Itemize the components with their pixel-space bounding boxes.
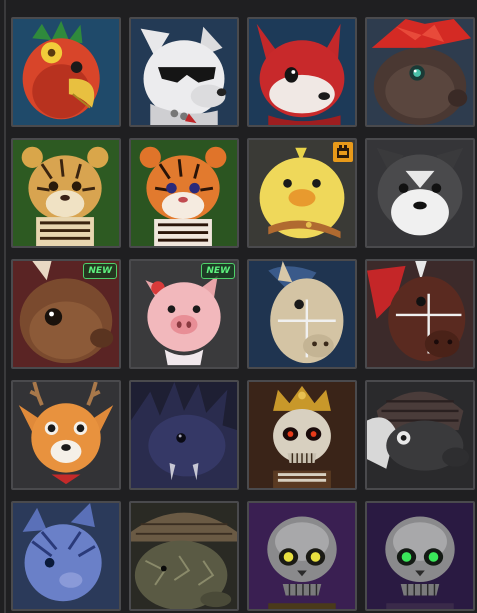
pet-slot-burlap-horse[interactable] bbox=[247, 259, 357, 369]
grey-husky-portrait bbox=[367, 140, 473, 246]
pet-grid: NEW NEW bbox=[11, 17, 475, 611]
pet-slot-brown-squirrel[interactable]: NEW bbox=[11, 259, 121, 369]
pet-slot-dark-spiky-beast[interactable] bbox=[129, 380, 239, 490]
pet-slot-white-wolf-sunglasses[interactable] bbox=[129, 17, 239, 127]
new-badge: NEW bbox=[83, 263, 117, 279]
skeleton-green-eyes-portrait bbox=[367, 503, 473, 609]
red-fox-portrait bbox=[249, 19, 355, 125]
tiger-yellow-portrait bbox=[13, 140, 119, 246]
pet-slot-yellow-chick[interactable] bbox=[247, 138, 357, 248]
event-badge bbox=[333, 142, 353, 162]
phoenix-bird-portrait bbox=[13, 19, 119, 125]
pet-slot-armored-turtle[interactable] bbox=[129, 501, 239, 611]
pet-appearance-panel: NEW NEW bbox=[0, 0, 477, 613]
armored-skull-beast-portrait bbox=[367, 382, 473, 488]
dark-boar-portrait bbox=[367, 19, 473, 125]
pet-slot-skeleton-green-eyes[interactable] bbox=[365, 501, 475, 611]
burlap-horse-portrait bbox=[249, 261, 355, 367]
panel-edge bbox=[4, 0, 6, 613]
pet-slot-pink-pig[interactable]: NEW bbox=[129, 259, 239, 369]
pet-slot-phoenix-bird[interactable] bbox=[11, 17, 121, 127]
pet-slot-grey-husky[interactable] bbox=[365, 138, 475, 248]
new-badge: NEW bbox=[201, 263, 235, 279]
blue-feathered-cat-portrait bbox=[13, 503, 119, 609]
crowned-skeleton-portrait bbox=[249, 382, 355, 488]
orange-deer-portrait bbox=[13, 382, 119, 488]
dark-spiky-beast-portrait bbox=[131, 382, 237, 488]
skeleton-yellow-eyes-portrait bbox=[249, 503, 355, 609]
pet-slot-dark-horse-red-mane[interactable] bbox=[365, 259, 475, 369]
pet-slot-armored-skull-beast[interactable] bbox=[365, 380, 475, 490]
tiger-orange-portrait bbox=[131, 140, 237, 246]
event-badge-icon bbox=[337, 145, 349, 158]
pet-slot-orange-deer[interactable] bbox=[11, 380, 121, 490]
white-wolf-portrait bbox=[131, 19, 237, 125]
pet-slot-skeleton-yellow-eyes[interactable] bbox=[247, 501, 357, 611]
pet-slot-crowned-skeleton[interactable] bbox=[247, 380, 357, 490]
pet-slot-blue-feathered-cat[interactable] bbox=[11, 501, 121, 611]
pet-slot-tiger-orange[interactable] bbox=[129, 138, 239, 248]
pet-slot-tiger-yellow[interactable] bbox=[11, 138, 121, 248]
pet-slot-dark-boar-red-mane[interactable] bbox=[365, 17, 475, 127]
armored-turtle-portrait bbox=[131, 503, 237, 609]
pet-slot-red-fox[interactable] bbox=[247, 17, 357, 127]
dark-horse-portrait bbox=[367, 261, 473, 367]
